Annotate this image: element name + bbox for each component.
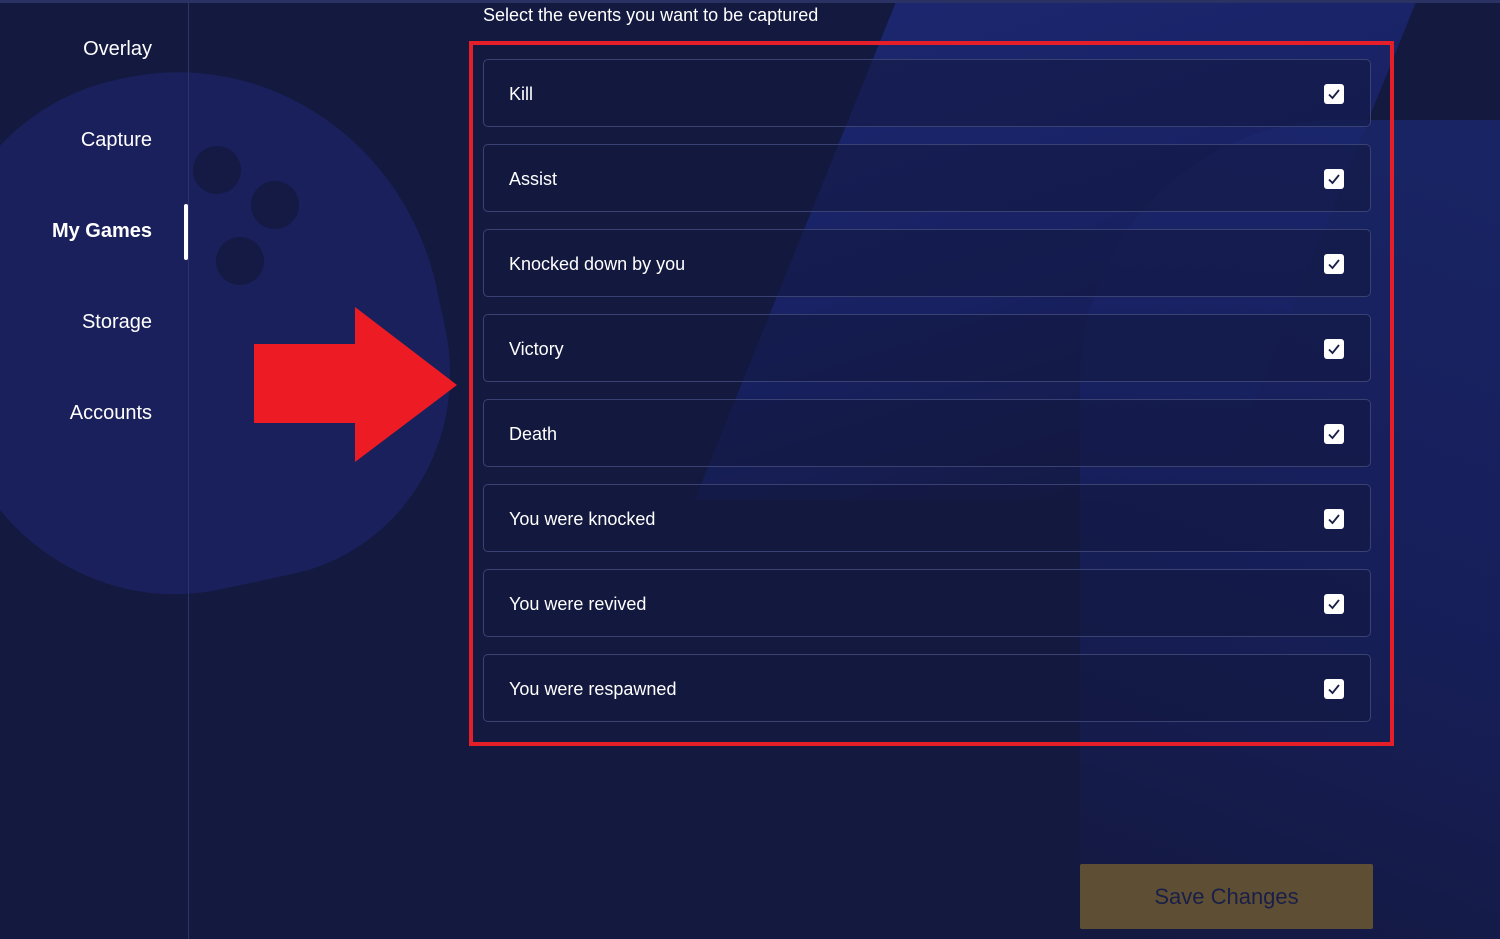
sidebar-item-storage[interactable]: Storage [82,311,152,334]
event-checkbox[interactable] [1324,679,1344,699]
check-icon [1328,514,1340,525]
check-icon [1328,599,1340,610]
event-row-assist[interactable]: Assist [483,144,1371,212]
event-row-death[interactable]: Death [483,399,1371,467]
event-label: Victory [509,339,564,359]
event-row-knocked-down-by-you[interactable]: Knocked down by you [483,229,1371,297]
check-icon [1328,429,1340,440]
event-checkbox[interactable] [1324,424,1344,444]
save-button[interactable]: Save Changes [1080,864,1373,929]
gamepad-button [251,181,299,229]
event-row-victory[interactable]: Victory [483,314,1371,382]
arrow-right-icon [254,307,457,462]
event-checkbox[interactable] [1324,594,1344,614]
event-checkbox[interactable] [1324,254,1344,274]
event-checkbox[interactable] [1324,169,1344,189]
check-icon [1328,174,1340,185]
event-row-you-were-revived[interactable]: You were revived [483,569,1371,637]
events-heading: Select the events you want to be capture… [483,5,819,25]
event-label: Assist [509,169,558,189]
gamepad-button [216,237,264,285]
gamepad-button [193,146,241,194]
event-label: Knocked down by you [509,254,686,274]
event-row-kill[interactable]: Kill [483,59,1371,127]
event-label: Kill [509,84,534,104]
sidebar: Overlay Capture My Games Storage Account… [0,3,189,939]
event-label: You were knocked [509,509,656,529]
active-indicator [184,204,188,260]
check-icon [1328,684,1340,695]
event-row-you-were-respawned[interactable]: You were respawned [483,654,1371,722]
check-icon [1328,344,1340,355]
sidebar-item-overlay[interactable]: Overlay [83,38,152,61]
event-checkbox[interactable] [1324,84,1344,104]
event-checkbox[interactable] [1324,339,1344,359]
sidebar-item-capture[interactable]: Capture [81,129,152,152]
event-row-you-were-knocked[interactable]: You were knocked [483,484,1371,552]
event-label: You were revived [509,594,647,614]
top-border [0,0,1500,3]
check-icon [1328,89,1340,100]
event-label: You were respawned [509,679,677,699]
sidebar-item-accounts[interactable]: Accounts [70,402,152,425]
sidebar-item-my-games[interactable]: My Games [52,220,152,243]
event-checkbox[interactable] [1324,509,1344,529]
event-label: Death [509,424,558,444]
check-icon [1328,259,1340,270]
